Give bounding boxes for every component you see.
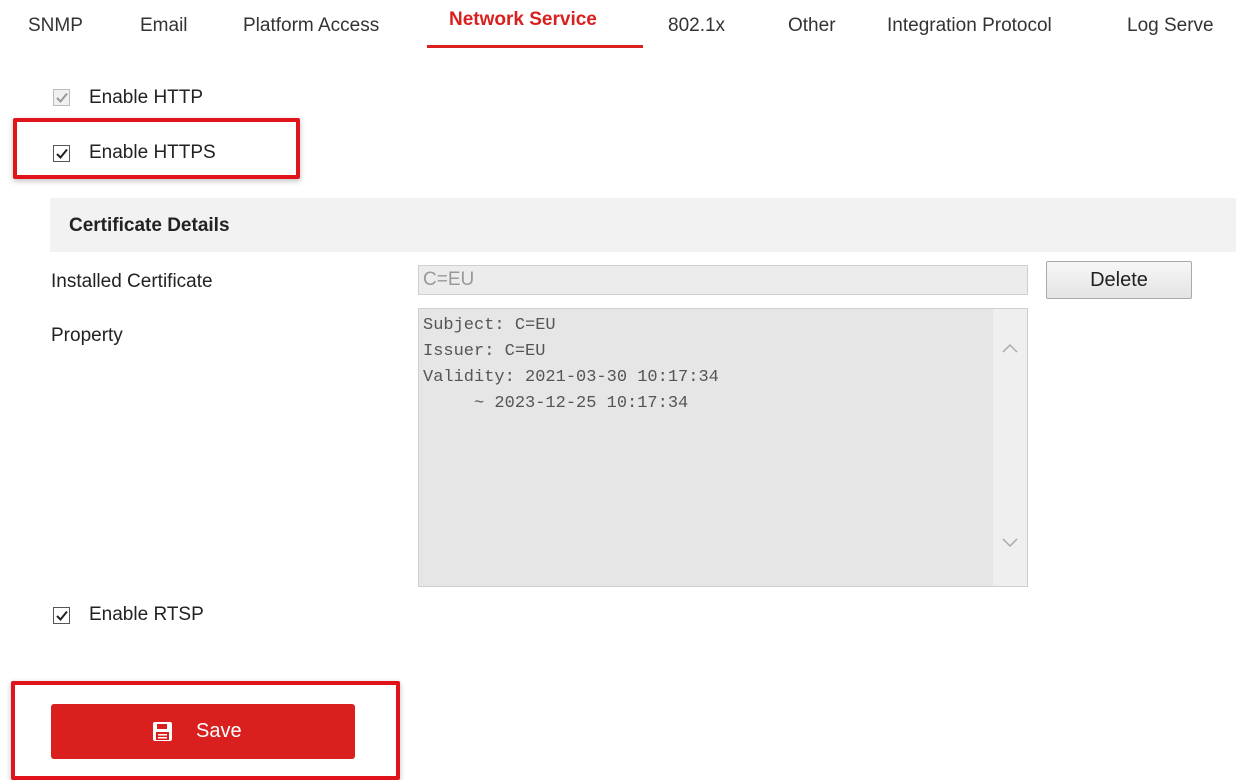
- property-label: Property: [51, 325, 123, 346]
- scroll-down-arrow-icon[interactable]: [1002, 538, 1018, 548]
- enable-rtsp-label: Enable RTSP: [89, 604, 204, 625]
- tab-802-1x[interactable]: 802.1x: [668, 15, 725, 37]
- active-tab-indicator: [427, 45, 643, 48]
- scroll-up-arrow-icon[interactable]: [1002, 343, 1018, 353]
- installed-certificate-field[interactable]: [418, 265, 1028, 295]
- tab-log-server[interactable]: Log Serve: [1127, 15, 1214, 37]
- save-button[interactable]: Save: [51, 704, 355, 759]
- property-scrollbar[interactable]: [993, 309, 1027, 586]
- enable-http-checkbox[interactable]: [53, 89, 70, 106]
- property-textarea[interactable]: Subject: C=EU Issuer: C=EU Validity: 2021-…: [418, 308, 1028, 587]
- tab-email[interactable]: Email: [140, 15, 188, 37]
- property-line-validity: Validity: 2021-03-30 10:17:34: [423, 368, 719, 387]
- tab-other[interactable]: Other: [788, 15, 836, 37]
- property-line-validity-end: ~ 2023-12-25 10:17:34: [423, 394, 689, 413]
- tab-snmp[interactable]: SNMP: [28, 15, 83, 37]
- checkmark-icon: [56, 610, 68, 621]
- save-button-label: Save: [196, 720, 242, 742]
- tab-platform-access[interactable]: Platform Access: [243, 15, 379, 37]
- tab-network-service[interactable]: Network Service: [449, 9, 597, 31]
- save-icon: [153, 722, 172, 741]
- delete-button[interactable]: Delete: [1046, 261, 1192, 299]
- installed-certificate-label: Installed Certificate: [51, 271, 213, 292]
- enable-rtsp-checkbox[interactable]: [53, 607, 70, 624]
- checkmark-icon: [56, 92, 68, 103]
- https-highlight-box: [13, 118, 300, 179]
- property-text: Subject: C=EU Issuer: C=EU Validity: 2021-…: [423, 313, 993, 417]
- property-line-issuer: Issuer: C=EU: [423, 342, 546, 361]
- property-line-subject: Subject: C=EU: [423, 316, 556, 335]
- section-title: Certificate Details: [69, 215, 230, 236]
- tab-integration-protocol[interactable]: Integration Protocol: [887, 15, 1052, 37]
- tab-bar: SNMP Email Platform Access Network Servi…: [0, 0, 1236, 52]
- enable-http-label: Enable HTTP: [89, 87, 204, 108]
